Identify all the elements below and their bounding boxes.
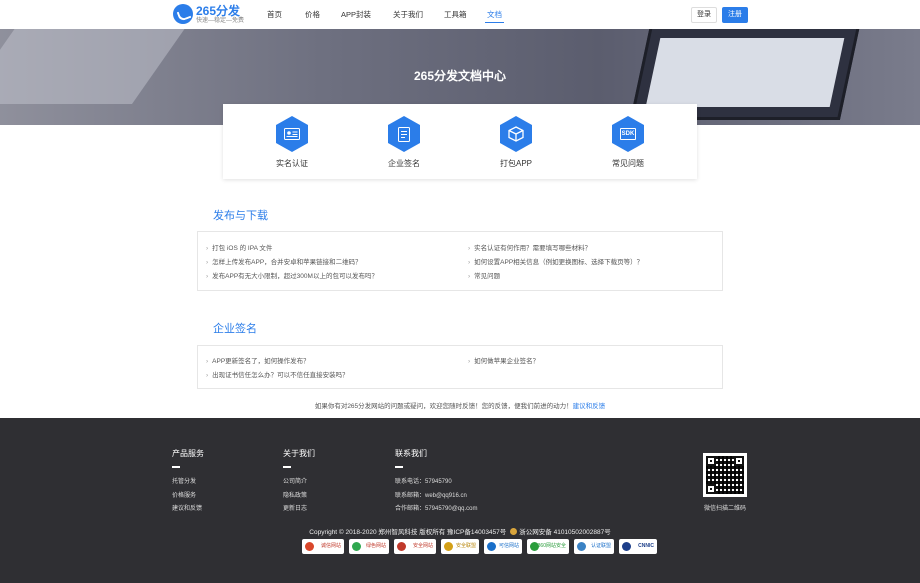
feature-card: 实名认证 企业签名 打包APP SDK 常见问题	[223, 104, 697, 179]
feedback-line: 如果你有对265分发网站的问题或疑问，欢迎您随时反馈！您的反馈，便我们前进的动力…	[0, 400, 920, 410]
contact-cooperation-email: 合作邮箱：57945790@qq.com	[395, 506, 478, 512]
wechat-qr-code	[703, 453, 747, 497]
feature-label: 实名认证	[276, 159, 308, 168]
police-badge-icon	[510, 528, 518, 535]
badge-360[interactable]: 360网站安全	[527, 539, 569, 554]
nav-price[interactable]: 价格	[305, 0, 320, 29]
doc-link[interactable]: 发布APP有无大小限制，超过300M以上的包可以发布吗？	[206, 270, 378, 280]
nav-home[interactable]: 首页	[267, 0, 282, 29]
trust-badges: 诚信网站 绿色网站 安全网站 安全联盟 可信网站 360网站安全 认证联盟 CN…	[302, 539, 657, 554]
nav-toolbox[interactable]: 工具箱	[444, 0, 467, 29]
doc-link[interactable]: 怎样上传发布APP，合并安卓和苹果链接和二维码？	[206, 256, 362, 266]
feature-real-name[interactable]: 实名认证	[262, 116, 322, 169]
footer-divider	[172, 466, 180, 468]
site-footer: 产品服务 托管分发 价格服务 建议和反馈 关于我们 公司简介 隐私政策 更新日志…	[0, 418, 920, 583]
feature-enterprise-sign[interactable]: 企业签名	[374, 116, 434, 169]
footer-link[interactable]: 公司简介	[283, 476, 307, 485]
doc-link[interactable]: 出现证书信任怎么办？可以不信任直接安装吗？	[206, 369, 349, 379]
badge-icon	[397, 542, 406, 551]
qr-label: 微信扫描二维码	[703, 506, 746, 512]
document-icon	[388, 116, 420, 152]
footer-link[interactable]: 价格服务	[172, 490, 196, 499]
top-header: 265分发 快速—稳定—免费 首页 价格 APP封装 关于我们 工具箱 文档 登…	[0, 0, 920, 29]
footer-link[interactable]: 托管分发	[172, 476, 196, 485]
feature-label: 常见问题	[612, 159, 644, 168]
section-title-publish: 发布与下载	[213, 210, 268, 222]
box-icon	[500, 116, 532, 152]
feature-faq[interactable]: SDK 常见问题	[598, 116, 658, 169]
footer-link[interactable]: 更新日志	[283, 503, 307, 512]
badge-cnnic[interactable]: CNNIC	[619, 539, 657, 554]
section-enterprise-box: APP更新签名了，如何操作发布？ 出现证书信任怎么办？可以不信任直接安装吗？ 如…	[197, 345, 723, 389]
badge-icon	[577, 542, 586, 551]
section-publish-box: 打包 iOS 的 IPA 文件 怎样上传发布APP，合并安卓和苹果链接和二维码？…	[197, 231, 723, 291]
doc-link[interactable]: 常见问题	[468, 270, 500, 280]
feature-label: 打包APP	[499, 159, 532, 168]
section-title-enterprise: 企业签名	[213, 323, 257, 335]
sdk-icon: SDK	[612, 116, 644, 152]
badge-green[interactable]: 绿色网站	[349, 539, 389, 554]
id-card-icon	[276, 116, 308, 152]
footer-title-contact: 联系我们	[395, 449, 427, 458]
feature-label: 企业签名	[388, 159, 420, 168]
badge-icon	[530, 542, 539, 551]
copyright-line: Copyright © 2018-2020 郑州智风科技 版权所有 豫ICP备1…	[0, 526, 920, 536]
logo-title: 265分发	[196, 3, 241, 18]
doc-link[interactable]: 如何做苹果企业签名？	[468, 355, 539, 365]
badge-icon	[305, 542, 314, 551]
contact-phone: 联系电话：57945790	[395, 479, 452, 485]
badge-icon	[444, 542, 453, 551]
site-logo[interactable]: 265分发 快速—稳定—免费	[173, 4, 244, 24]
footer-title-products: 产品服务	[172, 449, 204, 458]
logo-slogan: 快速—稳定—免费	[196, 17, 245, 24]
badge-trusted[interactable]: 可信网站	[484, 539, 522, 554]
logo-icon	[173, 4, 193, 24]
nav-app-wrap[interactable]: APP封装	[341, 0, 371, 29]
footer-link[interactable]: 隐私政策	[283, 490, 307, 499]
nav-docs[interactable]: 文档	[485, 0, 504, 29]
badge-cert-alliance[interactable]: 认证联盟	[574, 539, 614, 554]
badge-icon	[622, 542, 631, 551]
police-record[interactable]: 浙公网安备 41010502002887号	[519, 529, 610, 536]
feedback-link[interactable]: 建议和反馈	[573, 403, 606, 410]
badge-credit[interactable]: 诚信网站	[302, 539, 344, 554]
footer-divider	[395, 466, 403, 468]
badge-icon	[352, 542, 361, 551]
footer-divider	[283, 466, 291, 468]
footer-link[interactable]: 建议和反馈	[172, 503, 202, 512]
badge-icon	[487, 542, 496, 551]
badge-safe-site[interactable]: 安全网站	[394, 539, 436, 554]
doc-link[interactable]: 实名认证有何作用？需要填写哪些材料？	[468, 242, 591, 252]
nav-about[interactable]: 关于我们	[393, 0, 423, 29]
banner-title: 265分发文档中心	[413, 69, 507, 83]
login-button[interactable]: 登录	[691, 7, 717, 23]
doc-link[interactable]: APP更新签名了，如何操作发布？	[206, 355, 310, 365]
register-button[interactable]: 注册	[722, 7, 748, 23]
copyright-text: Copyright © 2018-2020 郑州智风科技 版权所有 豫ICP备1…	[309, 529, 507, 536]
feature-pack-app[interactable]: 打包APP	[486, 116, 546, 169]
contact-email: 联系邮箱：web@qq916.cn	[395, 493, 467, 499]
footer-title-about: 关于我们	[283, 449, 315, 458]
doc-link[interactable]: 如何设置APP相关信息（例如更换图标、选择下载页等）？	[468, 256, 643, 266]
badge-safety-alliance[interactable]: 安全联盟	[441, 539, 479, 554]
doc-link[interactable]: 打包 iOS 的 IPA 文件	[206, 242, 272, 252]
feedback-text: 如果你有对265分发网站的问题或疑问，欢迎您随时反馈！您的反馈，便我们前进的动力…	[314, 403, 573, 410]
